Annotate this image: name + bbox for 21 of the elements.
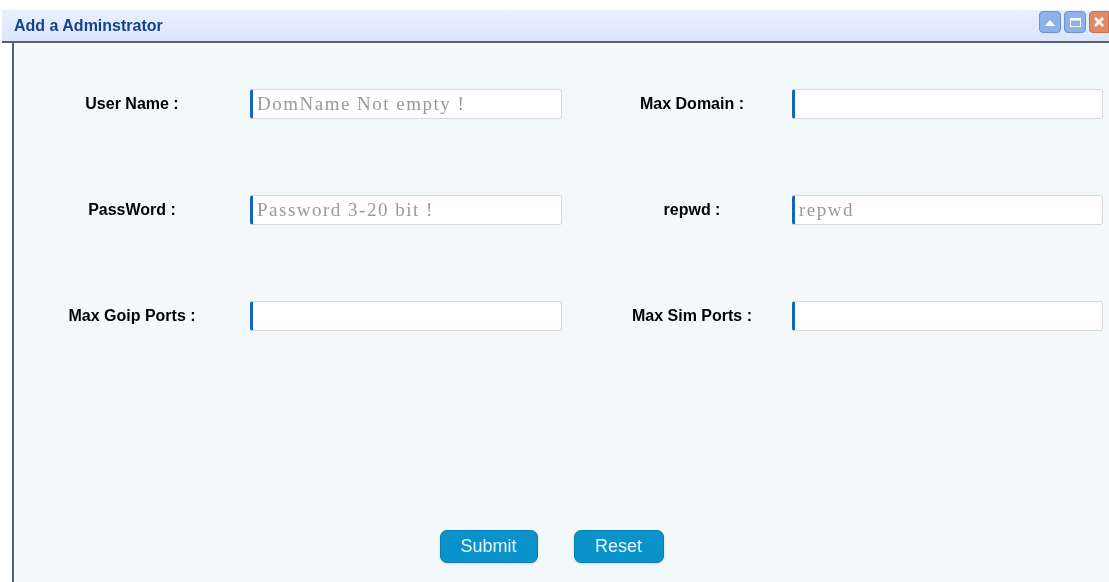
input-field[interactable]: DomName Not empty !	[250, 89, 562, 119]
field-label: repwd :	[662, 200, 722, 220]
field-label: User Name :	[84, 94, 180, 114]
input-field[interactable]: Password 3-20 bit !	[250, 195, 562, 225]
window-title: Add a Adminstrator	[14, 15, 164, 36]
field-label: Max Domain :	[639, 94, 745, 114]
input-field[interactable]	[792, 301, 1103, 331]
field-label: Max Sim Ports :	[631, 306, 753, 326]
input-field[interactable]	[250, 301, 562, 331]
input-field[interactable]: repwd	[792, 195, 1103, 225]
close-button[interactable]	[1089, 11, 1109, 33]
field-label: PassWord :	[87, 200, 177, 220]
reset-button[interactable]: Reset	[573, 530, 664, 563]
triangle-up-icon	[1045, 18, 1055, 26]
maximize-button[interactable]	[1064, 11, 1086, 33]
window-icon	[1069, 17, 1081, 27]
collapse-button[interactable]	[1039, 11, 1061, 33]
field-label: Max Goip Ports :	[67, 306, 197, 326]
input-field[interactable]	[792, 89, 1103, 119]
close-icon	[1094, 17, 1104, 27]
submit-button[interactable]: Submit	[439, 530, 538, 563]
